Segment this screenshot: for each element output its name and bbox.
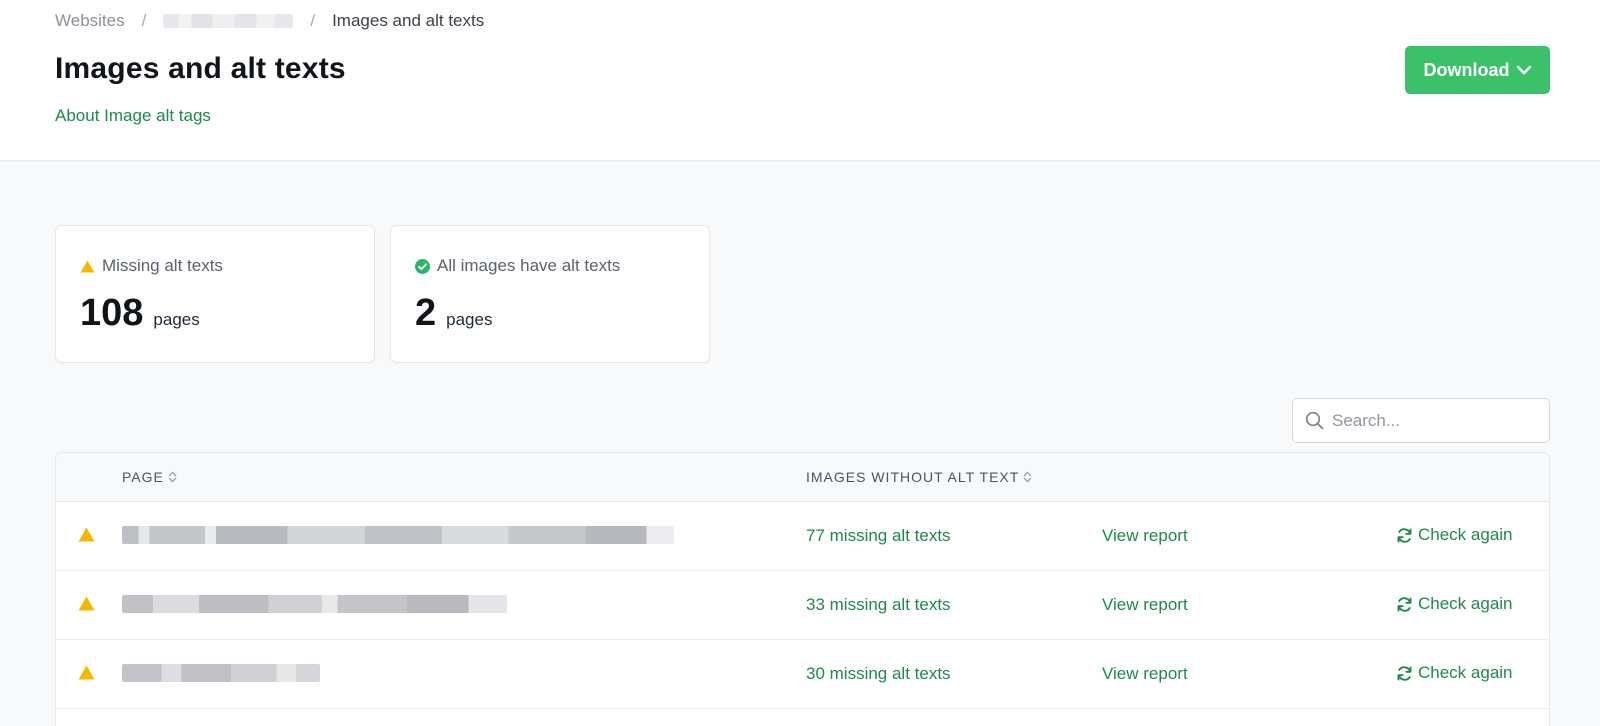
breadcrumb-websites[interactable]: Websites	[55, 11, 125, 31]
column-header-images-without-alt[interactable]: IMAGES WITHOUT ALT TEXT	[806, 469, 1032, 485]
column-header-label: PAGE	[122, 469, 164, 485]
card-value: 108	[80, 292, 144, 334]
page-url-redacted[interactable]	[122, 664, 320, 682]
pages-table: PAGE IMAGES WITHOUT ALT TEXT 77 missing …	[55, 452, 1550, 726]
refresh-icon	[1397, 527, 1412, 543]
check-again-button[interactable]: Check again	[1396, 525, 1513, 545]
table-header: PAGE IMAGES WITHOUT ALT TEXT	[56, 453, 1549, 502]
missing-alt-count-link[interactable]: 77 missing alt texts	[806, 526, 951, 546]
card-label: Missing alt texts	[102, 256, 223, 275]
table-row: 30 missing alt texts View report Check a…	[56, 640, 1549, 709]
column-header-page[interactable]: PAGE	[122, 469, 177, 485]
sort-icon	[1023, 471, 1032, 483]
missing-alt-count-link[interactable]: 33 missing alt texts	[806, 595, 951, 615]
search-icon	[1305, 411, 1324, 430]
check-again-button[interactable]: Check again	[1396, 663, 1513, 683]
table-row: 77 missing alt texts View report Check a…	[56, 502, 1549, 571]
view-report-link[interactable]: View report	[1102, 526, 1188, 546]
check-again-label: Check again	[1418, 594, 1513, 613]
warning-triangle-icon	[78, 665, 95, 680]
table-row: 33 missing alt texts View report Check a…	[56, 571, 1549, 640]
card-unit: pages	[153, 310, 200, 329]
check-again-label: Check again	[1418, 525, 1513, 544]
check-again-label: Check again	[1418, 663, 1513, 682]
page-title: Images and alt texts	[55, 52, 346, 85]
missing-alt-count-link[interactable]: 30 missing alt texts	[806, 664, 951, 684]
all-images-have-alt-texts-card: All images have alt texts 2 pages	[390, 225, 710, 363]
warning-triangle-icon	[78, 527, 95, 542]
view-report-link[interactable]: View report	[1102, 664, 1188, 684]
column-header-label: IMAGES WITHOUT ALT TEXT	[806, 469, 1020, 485]
breadcrumb-site-redacted[interactable]	[163, 14, 294, 28]
check-circle-icon	[415, 258, 430, 274]
search-box[interactable]	[1292, 398, 1550, 443]
page-header: Websites / / Images and alt texts Images…	[0, 0, 1600, 161]
download-button-label: Download	[1423, 59, 1510, 80]
check-again-button[interactable]: Check again	[1396, 594, 1513, 614]
chevron-down-icon	[1516, 65, 1531, 75]
sort-icon	[168, 471, 177, 483]
card-value-row: 108 pages	[80, 292, 200, 335]
view-report-link[interactable]: View report	[1102, 595, 1188, 615]
missing-alt-texts-card: Missing alt texts 108 pages	[55, 225, 375, 363]
card-label-row: All images have alt texts	[415, 256, 620, 276]
breadcrumb: Websites / / Images and alt texts	[55, 10, 484, 32]
breadcrumb-separator: /	[310, 11, 316, 30]
card-unit: pages	[446, 310, 493, 329]
card-label-row: Missing alt texts	[80, 256, 223, 276]
card-value: 2	[415, 292, 437, 334]
download-button[interactable]: Download	[1405, 46, 1550, 94]
breadcrumb-separator: /	[141, 11, 147, 30]
page-url-redacted[interactable]	[122, 595, 507, 613]
page-url-redacted[interactable]	[122, 526, 674, 544]
breadcrumb-current: Images and alt texts	[332, 11, 485, 30]
card-value-row: 2 pages	[415, 292, 492, 335]
warning-triangle-icon	[78, 596, 95, 611]
card-label: All images have alt texts	[437, 256, 621, 275]
refresh-icon	[1397, 665, 1412, 681]
warning-triangle-icon	[80, 260, 95, 272]
refresh-icon	[1397, 596, 1412, 612]
about-alt-tags-link[interactable]: About Image alt tags	[55, 106, 211, 126]
search-input[interactable]	[1332, 410, 1532, 431]
